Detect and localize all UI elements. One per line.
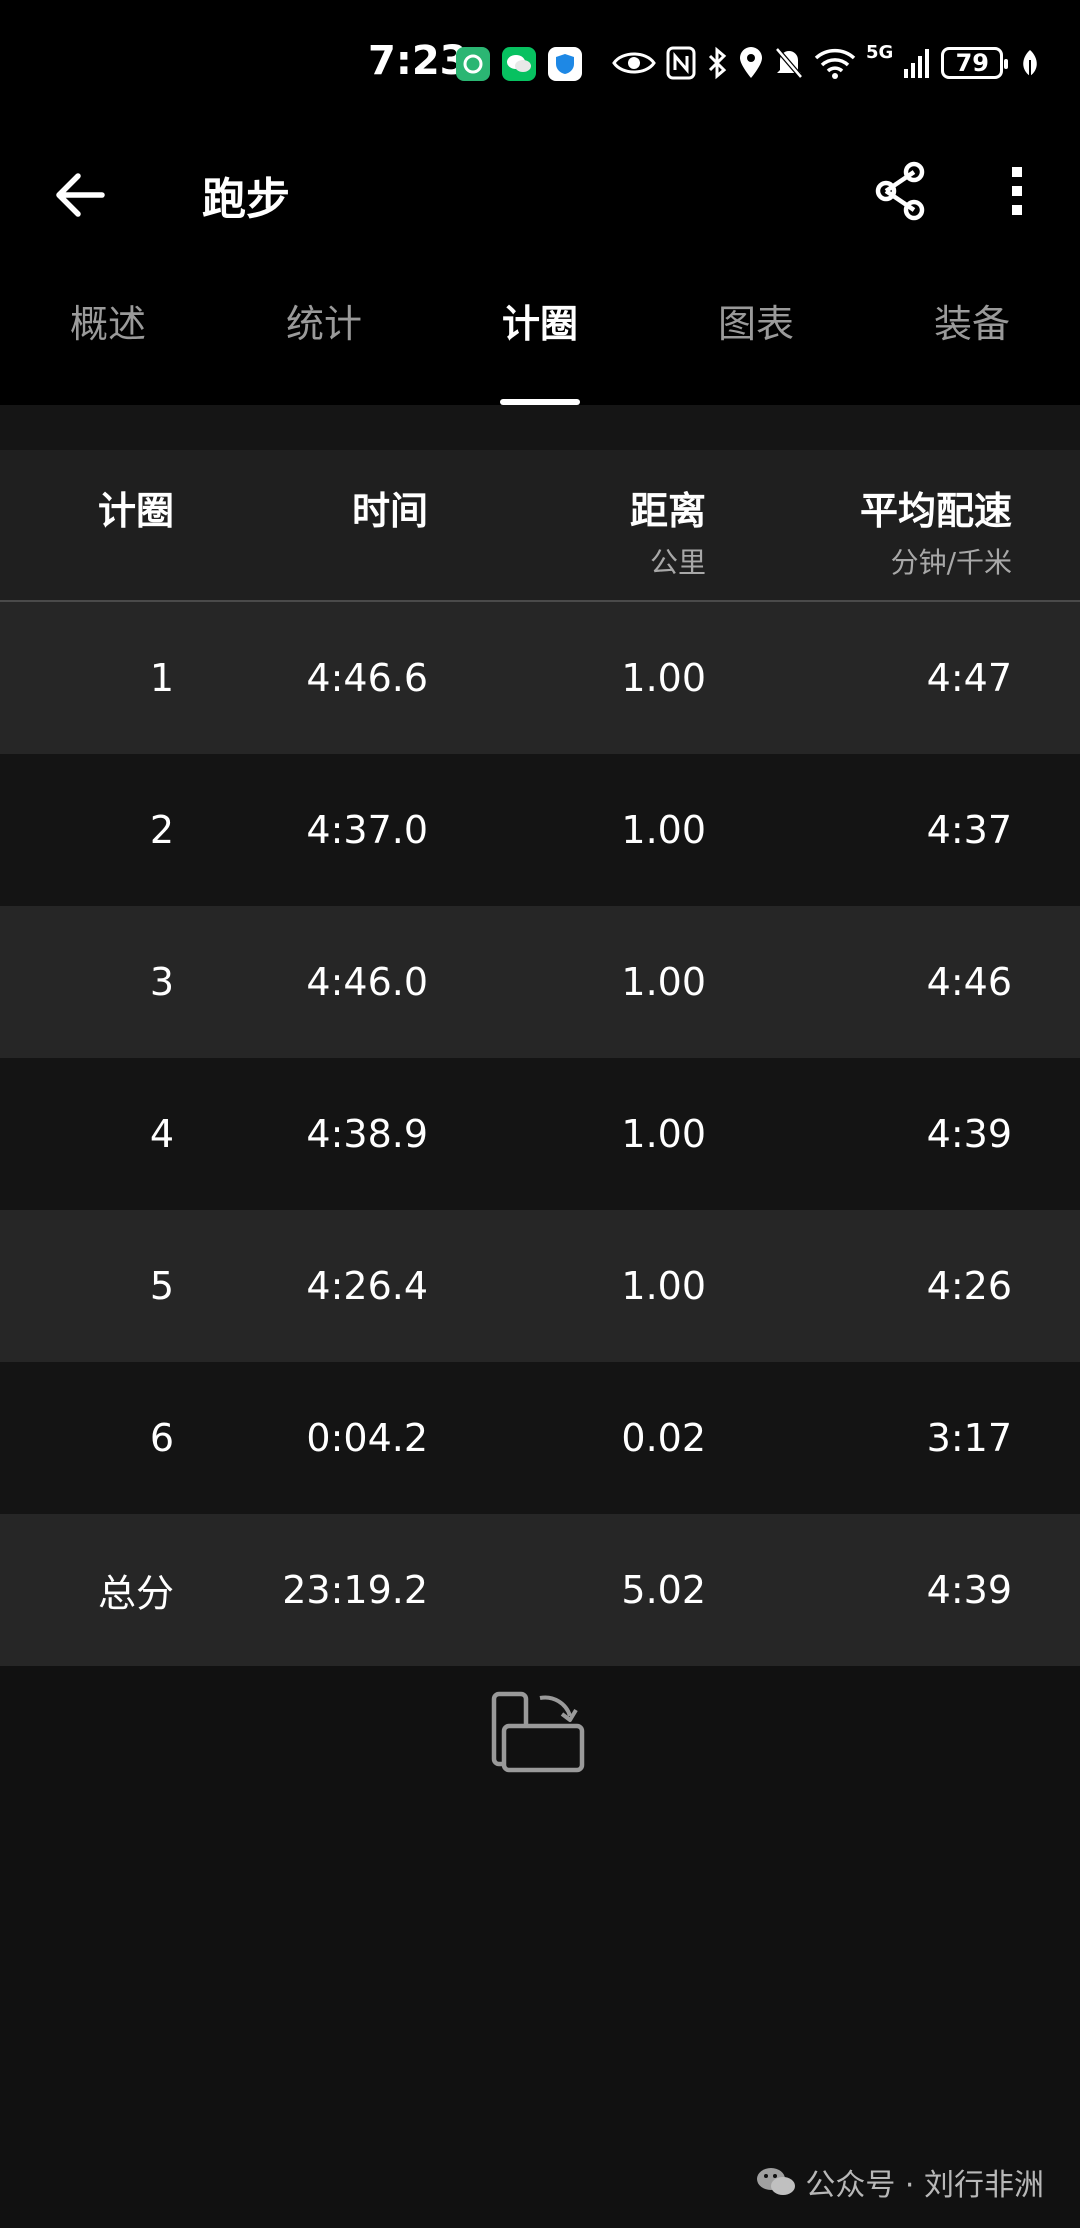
share-button[interactable] (868, 159, 932, 223)
header-pace-label: 平均配速 (859, 489, 1012, 533)
table-row: 5 4:26.4 1.00 4:26 (0, 1210, 1080, 1362)
laps-table: 计圈 时间 距离 公里 平均配速 分钟/千米 1 4:46.6 1.00 4:4… (0, 405, 1080, 1666)
tab-label: 计圈 (501, 301, 578, 346)
tab-label: 图表 (717, 301, 794, 346)
lap-number: 5 (149, 1264, 174, 1308)
signal-icon (904, 49, 930, 78)
tab-bar: 概述 统计 计圈 图表 装备 (0, 265, 1080, 405)
app-green-icon (456, 47, 490, 81)
lap-number: 2 (149, 808, 174, 852)
back-button[interactable] (50, 165, 110, 225)
watermark-text: 公众号 · 刘行非洲 (805, 2168, 1044, 2203)
bluetooth-icon (708, 46, 727, 80)
lap-pace: 4:26 (926, 1264, 1012, 1308)
tab-laps[interactable]: 计圈 (432, 265, 648, 405)
lap-distance: 1.00 (621, 960, 706, 1004)
location-icon (740, 47, 762, 78)
header-distance-label: 距离 (629, 489, 706, 533)
tab-overview[interactable]: 概述 (0, 265, 216, 405)
lap-time: 0:04.2 (306, 1416, 428, 1460)
lap-pace: 3:17 (926, 1416, 1012, 1460)
header-distance-unit: 公里 (649, 546, 706, 579)
arrow-left-icon (56, 173, 105, 217)
share-icon (875, 161, 925, 221)
table-row: 6 0:04.2 0.02 3:17 (0, 1362, 1080, 1514)
tab-label: 概述 (69, 301, 146, 346)
tab-label: 统计 (285, 301, 362, 346)
leaf-icon (1023, 50, 1038, 76)
rotate-screen-button[interactable] (490, 1686, 590, 1776)
table-row: 2 4:37.0 1.00 4:37 (0, 754, 1080, 906)
lap-time: 4:38.9 (306, 1112, 428, 1156)
app-bar: 跑步 (0, 125, 1080, 265)
eye-icon (612, 52, 656, 74)
table-row: 3 4:46.0 1.00 4:46 (0, 906, 1080, 1058)
wechat-icon (757, 2168, 796, 2195)
header-time-label: 时间 (351, 489, 428, 533)
header-pace-unit: 分钟/千米 (890, 546, 1012, 579)
lap-distance: 1.00 (621, 808, 706, 852)
header-lap: 计圈 (98, 480, 174, 535)
header-lap-label: 计圈 (97, 489, 174, 533)
watermark: 公众号 · 刘行非洲 (755, 2160, 1044, 2204)
mute-icon (775, 47, 803, 79)
nfc-icon (666, 46, 696, 80)
table-header: 计圈 时间 距离 公里 平均配速 分钟/千米 (0, 450, 1080, 602)
table-row: 4 4:38.9 1.00 4:39 (0, 1058, 1080, 1210)
screen-rotation-icon (491, 1691, 585, 1773)
total-time: 23:19.2 (282, 1568, 428, 1612)
page-title: 跑步 (202, 174, 290, 225)
tab-stats[interactable]: 统计 (216, 265, 432, 405)
header-pace: 平均配速 分钟/千米 (860, 480, 1012, 581)
lap-pace: 4:37 (926, 808, 1012, 852)
tab-label: 装备 (933, 301, 1010, 346)
lap-pace: 4:39 (926, 1112, 1012, 1156)
more-vertical-icon (1012, 167, 1022, 215)
lap-number: 1 (149, 656, 174, 700)
lap-time: 4:46.0 (306, 960, 428, 1004)
lap-distance: 0.02 (621, 1416, 706, 1460)
lap-time: 4:26.4 (306, 1264, 428, 1308)
network-type: 5G (866, 42, 894, 63)
lap-distance: 1.00 (621, 1264, 706, 1308)
lap-time: 4:46.6 (306, 656, 428, 700)
lap-distance: 1.00 (621, 1112, 706, 1156)
notification-icons (456, 44, 582, 84)
lap-distance: 1.00 (621, 656, 706, 700)
table-top-spacer (0, 405, 1080, 450)
total-distance: 5.02 (621, 1568, 706, 1612)
more-options-button[interactable] (996, 159, 1038, 223)
battery-icon: 79 (941, 47, 1009, 79)
header-distance: 距离 公里 (630, 480, 706, 581)
lap-pace: 4:46 (926, 960, 1012, 1004)
status-time: 7:23 (368, 38, 468, 84)
tab-charts[interactable]: 图表 (648, 265, 864, 405)
lap-number: 3 (149, 960, 174, 1004)
shield-app-icon (548, 47, 582, 81)
total-pace: 4:39 (926, 1568, 1012, 1612)
status-bar: 7:23 5G 79 (0, 0, 1080, 125)
lap-number: 4 (149, 1112, 174, 1156)
battery-level: 79 (955, 49, 990, 77)
table-row: 1 4:46.6 1.00 4:47 (0, 602, 1080, 754)
lap-time: 4:37.0 (306, 808, 428, 852)
wechat-icon (502, 47, 536, 81)
wifi-icon (814, 48, 856, 79)
lap-number: 6 (149, 1416, 174, 1460)
table-total-row: 总分 23:19.2 5.02 4:39 (0, 1514, 1080, 1666)
lap-pace: 4:47 (926, 656, 1012, 700)
header-time: 时间 (352, 480, 428, 535)
total-label: 总分 (97, 1571, 174, 1616)
system-icons: 5G 79 (612, 40, 1041, 86)
tab-gear[interactable]: 装备 (864, 265, 1080, 405)
